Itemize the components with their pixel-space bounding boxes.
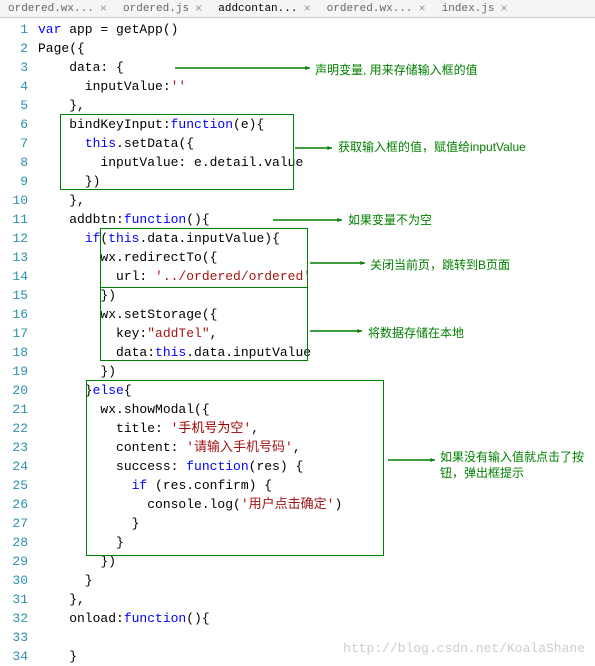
line-number: 26 xyxy=(0,495,28,514)
code-line: Page({ xyxy=(38,39,595,58)
tab-label: addcontan... xyxy=(218,3,297,15)
code-line: wx.showModal({ xyxy=(38,400,595,419)
line-number: 29 xyxy=(0,552,28,571)
code-line: }, xyxy=(38,191,595,210)
tab-label: index.js xyxy=(442,3,495,15)
line-number: 8 xyxy=(0,153,28,172)
close-icon[interactable]: × xyxy=(303,2,310,16)
line-number: 11 xyxy=(0,210,28,229)
code-line: }) xyxy=(38,286,595,305)
line-number: 32 xyxy=(0,609,28,628)
line-number: 19 xyxy=(0,362,28,381)
tab-bar: ordered.wx...×ordered.js×addcontan...×or… xyxy=(0,0,595,18)
line-number: 10 xyxy=(0,191,28,210)
code-line: data:this.data.inputValue xyxy=(38,343,595,362)
code-line: }) xyxy=(38,362,595,381)
code-line: }) xyxy=(38,552,595,571)
code-line: addbtn:function(){ xyxy=(38,210,595,229)
tab-index-js[interactable]: index.js × xyxy=(434,2,516,16)
code-line: }else{ xyxy=(38,381,595,400)
close-icon[interactable]: × xyxy=(501,2,508,16)
line-number: 23 xyxy=(0,438,28,457)
code-line: console.log('用户点击确定') xyxy=(38,495,595,514)
watermark: http://blog.csdn.net/KoalaShane xyxy=(343,641,585,656)
code-line: } xyxy=(38,571,595,590)
code-line: }, xyxy=(38,590,595,609)
code-line: }, xyxy=(38,96,595,115)
line-number: 25 xyxy=(0,476,28,495)
line-number: 14 xyxy=(0,267,28,286)
line-number: 30 xyxy=(0,571,28,590)
close-icon[interactable]: × xyxy=(100,2,107,16)
code-line: key:"addTel", xyxy=(38,324,595,343)
line-number: 33 xyxy=(0,628,28,647)
line-number: 27 xyxy=(0,514,28,533)
line-number: 22 xyxy=(0,419,28,438)
line-number: 6 xyxy=(0,115,28,134)
code-line: } xyxy=(38,514,595,533)
annotation-text: 如果没有输入值就点击了按钮，弹出框提示 xyxy=(440,450,590,481)
code-line: wx.redirectTo({ xyxy=(38,248,595,267)
line-number: 15 xyxy=(0,286,28,305)
code-line: var app = getApp() xyxy=(38,20,595,39)
annotation-text: 获取输入框的值，赋值给inputValue xyxy=(338,140,526,156)
tab-label: ordered.wx... xyxy=(8,3,94,15)
line-number: 3 xyxy=(0,58,28,77)
code-line: }) xyxy=(38,172,595,191)
line-number: 1 xyxy=(0,20,28,39)
tab-label: ordered.wx... xyxy=(327,3,413,15)
tab-label: ordered.js xyxy=(123,3,189,15)
line-number: 16 xyxy=(0,305,28,324)
line-number: 4 xyxy=(0,77,28,96)
tab-ordered-wx-[interactable]: ordered.wx... × xyxy=(319,2,434,16)
line-number: 20 xyxy=(0,381,28,400)
line-number: 34 xyxy=(0,647,28,666)
tab-addcontan-[interactable]: addcontan... × xyxy=(210,2,318,16)
code-line: bindKeyInput:function(e){ xyxy=(38,115,595,134)
tab-ordered-js[interactable]: ordered.js × xyxy=(115,2,210,16)
code-content[interactable]: var app = getApp()Page({ data: { inputVa… xyxy=(38,18,595,664)
close-icon[interactable]: × xyxy=(419,2,426,16)
line-number: 9 xyxy=(0,172,28,191)
close-icon[interactable]: × xyxy=(195,2,202,16)
code-line: } xyxy=(38,533,595,552)
editor-area: 1234567891011121314151617181920212223242… xyxy=(0,18,595,664)
code-line: if(this.data.inputValue){ xyxy=(38,229,595,248)
code-line: wx.setStorage({ xyxy=(38,305,595,324)
line-number: 5 xyxy=(0,96,28,115)
line-number: 21 xyxy=(0,400,28,419)
annotation-text: 关闭当前页，跳转到B页面 xyxy=(370,258,510,274)
line-number: 28 xyxy=(0,533,28,552)
line-number: 13 xyxy=(0,248,28,267)
code-line: title: '手机号为空', xyxy=(38,419,595,438)
line-number: 2 xyxy=(0,39,28,58)
line-number: 12 xyxy=(0,229,28,248)
code-line: inputValue: e.detail.value xyxy=(38,153,595,172)
code-line: onload:function(){ xyxy=(38,609,595,628)
annotation-text: 如果变量不为空 xyxy=(348,213,432,229)
line-number: 18 xyxy=(0,343,28,362)
line-number: 24 xyxy=(0,457,28,476)
tab-ordered-wx-[interactable]: ordered.wx... × xyxy=(0,2,115,16)
annotation-text: 将数据存储在本地 xyxy=(368,326,464,342)
line-number: 7 xyxy=(0,134,28,153)
code-line: url: '../ordered/ordered' xyxy=(38,267,595,286)
line-number: 17 xyxy=(0,324,28,343)
line-number: 31 xyxy=(0,590,28,609)
code-line: inputValue:'' xyxy=(38,77,595,96)
line-gutter: 1234567891011121314151617181920212223242… xyxy=(0,18,38,664)
annotation-text: 声明变量, 用来存储输入框的值 xyxy=(315,63,478,79)
